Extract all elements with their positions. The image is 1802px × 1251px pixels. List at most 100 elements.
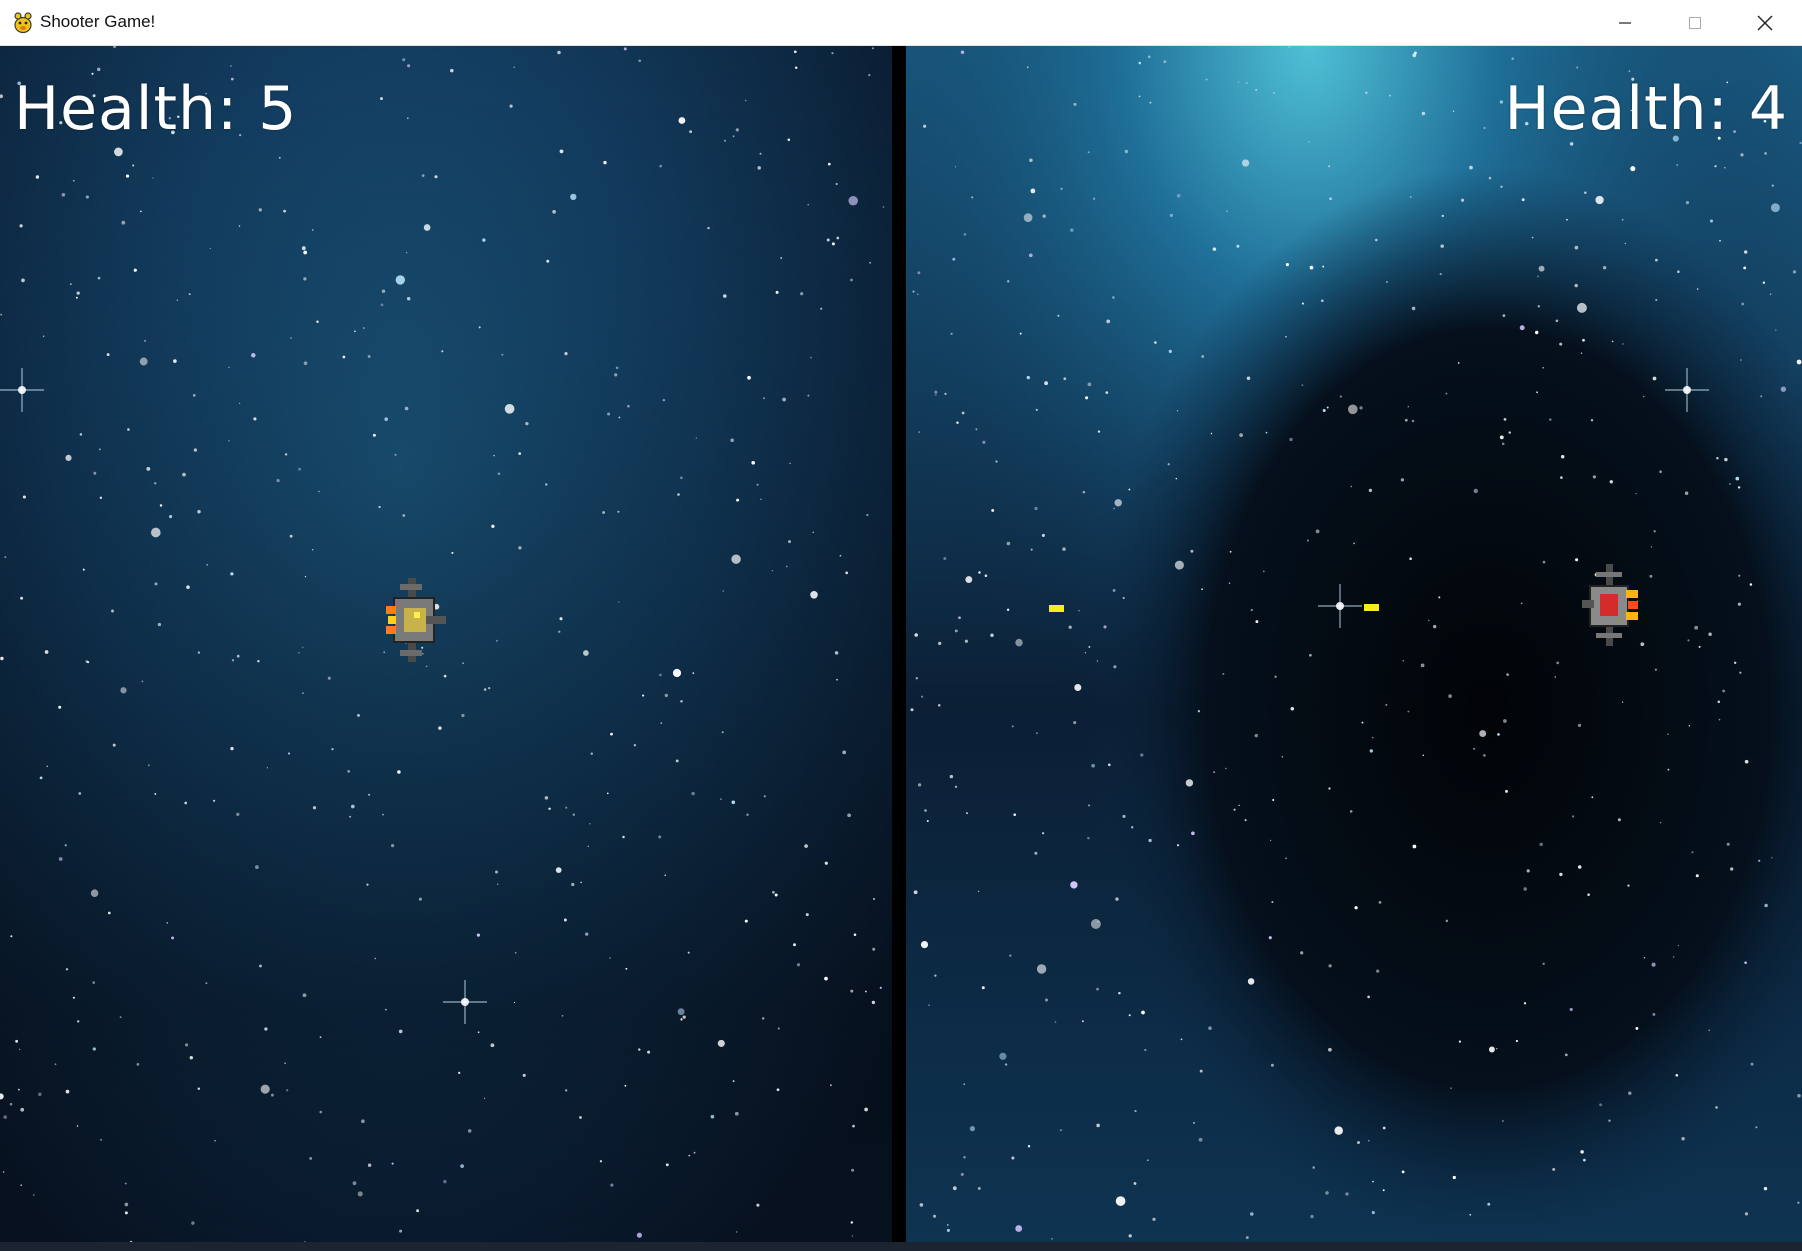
star: [205, 982, 208, 985]
star: [1609, 480, 1613, 484]
star: [1315, 529, 1320, 534]
star: [1241, 159, 1250, 167]
star: [1635, 1026, 1639, 1030]
star: [1718, 718, 1721, 721]
star: [956, 421, 959, 424]
star: [255, 865, 259, 869]
star: [1096, 1123, 1100, 1128]
star: [114, 147, 123, 157]
star: [1320, 299, 1324, 303]
star: [1503, 719, 1507, 723]
star: [257, 660, 260, 663]
star: [1285, 263, 1289, 267]
star: [623, 47, 627, 51]
star: [418, 897, 422, 901]
star: [879, 986, 882, 989]
star: [851, 1235, 853, 1237]
star: [1744, 250, 1748, 254]
star: [1630, 166, 1636, 172]
star: [924, 809, 927, 812]
star: [960, 1172, 964, 1176]
star: [1084, 652, 1087, 654]
maximize-button[interactable]: [1660, 0, 1730, 46]
star: [1506, 673, 1509, 676]
star: [124, 1211, 128, 1215]
star: [1780, 386, 1787, 392]
minimize-button[interactable]: [1590, 0, 1660, 46]
star: [1559, 872, 1563, 877]
star: [467, 1129, 472, 1133]
star: [723, 139, 727, 142]
star: [1503, 418, 1507, 421]
star: [853, 933, 857, 936]
star: [1060, 187, 1063, 190]
star: [402, 514, 406, 517]
star: [789, 462, 791, 465]
star: [461, 713, 465, 718]
star: [1378, 901, 1382, 904]
star: [1537, 275, 1540, 278]
star: [1088, 804, 1091, 807]
star: [717, 1039, 725, 1047]
star: [513, 66, 515, 68]
star: [1696, 288, 1699, 290]
star: [1730, 867, 1734, 871]
star: [751, 460, 756, 465]
star: [1147, 55, 1151, 59]
star: [1226, 210, 1228, 212]
star: [607, 412, 611, 416]
star: [1769, 293, 1772, 295]
star: [1087, 151, 1090, 154]
star: [1653, 530, 1656, 533]
star: [1708, 632, 1712, 636]
star: [1201, 588, 1203, 591]
star: [1213, 771, 1215, 773]
title-bar[interactable]: Shooter Game!: [0, 0, 1802, 46]
star: [1555, 319, 1559, 323]
star: [1081, 1020, 1084, 1023]
star: [946, 1228, 950, 1232]
star: [301, 246, 306, 251]
star: [298, 652, 300, 654]
star: [1590, 419, 1594, 422]
star: [627, 404, 630, 408]
star: [1115, 1196, 1126, 1206]
star: [1520, 602, 1523, 605]
star: [1667, 768, 1670, 771]
star: [1715, 1106, 1718, 1109]
star: [354, 330, 356, 333]
star: [1799, 141, 1802, 145]
star: [1128, 1014, 1131, 1017]
star: [75, 296, 78, 299]
star: [1420, 663, 1425, 668]
close-button[interactable]: [1730, 0, 1800, 46]
star: [928, 1004, 930, 1006]
star: [672, 668, 682, 678]
star: [1308, 141, 1310, 143]
star: [284, 453, 288, 456]
star: [1740, 153, 1744, 157]
star: [96, 67, 101, 72]
star: [810, 591, 818, 599]
star: [615, 366, 619, 370]
star: [1716, 456, 1719, 460]
game-canvas[interactable]: Health: 5 Health: 4: [0, 46, 1802, 1251]
star: [367, 1163, 372, 1167]
star: [1428, 619, 1430, 622]
star: [1372, 1180, 1374, 1183]
star: [98, 448, 101, 451]
star: [1285, 857, 1287, 860]
star: [710, 1114, 715, 1119]
python-snake-icon: [14, 12, 32, 34]
star: [378, 505, 381, 509]
star: [1602, 266, 1607, 270]
star: [866, 513, 869, 517]
star: [1105, 391, 1109, 394]
star: [603, 160, 607, 165]
star: [228, 440, 230, 442]
star: [1649, 574, 1653, 578]
star: [278, 156, 281, 159]
star: [97, 276, 101, 280]
star: [826, 238, 830, 242]
star: [90, 889, 99, 897]
